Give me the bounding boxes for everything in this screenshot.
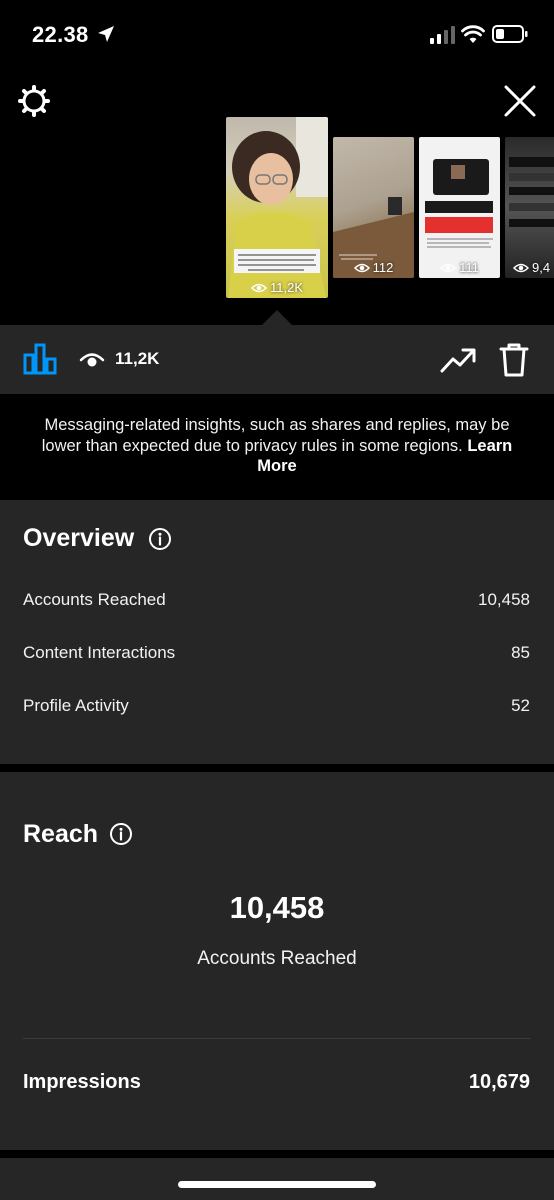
home-indicator[interactable]: [178, 1181, 376, 1188]
story-thumbnail[interactable]: 112: [333, 137, 414, 278]
bar-chart-icon[interactable]: [22, 342, 58, 376]
accounts-reached-value: 10,458: [478, 590, 530, 609]
story-photo: [228, 117, 328, 298]
story-views: 11,2K: [226, 280, 328, 295]
reach-title: Reach: [23, 820, 99, 848]
eye-icon: [440, 263, 457, 272]
story-thumbnail[interactable]: 111: [419, 137, 500, 278]
views-count: 11,2K: [115, 349, 160, 368]
story-views-count: 11,2K: [269, 280, 303, 295]
profile-activity-value: 52: [511, 696, 530, 715]
story-views-count: 9,4: [532, 260, 551, 275]
info-icon[interactable]: [109, 822, 133, 846]
story-views-count: 112: [372, 260, 394, 275]
accounts-reached-label: Accounts Reached: [23, 590, 166, 609]
profile-activity-label: Profile Activity: [23, 696, 129, 715]
close-icon[interactable]: [502, 83, 538, 119]
overview-title: Overview: [23, 524, 135, 552]
battery-icon: [492, 25, 528, 43]
story-insights-screen: 22.38 11,2K 112 111 9,4 11,2K Messaging-…: [0, 0, 554, 1200]
story-photo: [425, 159, 493, 248]
overview-card: Overview Accounts Reached 10,458 Content…: [0, 500, 554, 764]
trending-up-icon[interactable]: [440, 345, 476, 375]
story-stat-bar: 11,2K: [0, 325, 554, 394]
wifi-icon: [461, 25, 485, 43]
privacy-notice: Messaging-related insights, such as shar…: [0, 394, 554, 500]
status-bar: 22.38: [0, 0, 554, 70]
story-views: 9,4: [505, 260, 554, 275]
impressions-label: Impressions: [23, 1071, 141, 1093]
eye-icon: [250, 283, 267, 292]
eye-icon: [513, 263, 529, 272]
story-photo: [509, 157, 554, 227]
divider: [23, 1038, 531, 1039]
trash-icon[interactable]: [498, 342, 530, 378]
location-arrow-icon: [98, 26, 114, 42]
settings-gear-icon[interactable]: [16, 83, 52, 119]
cellular-signal-icon: [430, 26, 455, 44]
eye-icon: [79, 353, 105, 367]
story-thumbnail-selected[interactable]: 11,2K: [226, 117, 328, 298]
status-time: 22.38: [32, 22, 89, 47]
info-icon[interactable]: [148, 527, 172, 551]
reach-number: 10,458: [229, 890, 325, 925]
story-views-count: 111: [459, 260, 479, 275]
eye-icon: [353, 263, 370, 272]
story-views: 112: [333, 260, 414, 275]
privacy-notice-text: Messaging-related insights, such as shar…: [41, 416, 510, 455]
next-card-edge: [0, 1158, 554, 1200]
content-interactions-value: 85: [511, 643, 530, 662]
story-views: 111: [419, 260, 500, 275]
impressions-value: 10,679: [468, 1071, 530, 1093]
reach-card: Reach 10,458 Accounts Reached Impression…: [0, 772, 554, 1150]
selected-story-pointer: [262, 310, 292, 325]
story-photo: [333, 197, 414, 278]
content-interactions-label: Content Interactions: [23, 643, 176, 662]
story-thumbnail[interactable]: 9,4: [505, 137, 554, 278]
reach-caption: Accounts Reached: [197, 948, 357, 969]
